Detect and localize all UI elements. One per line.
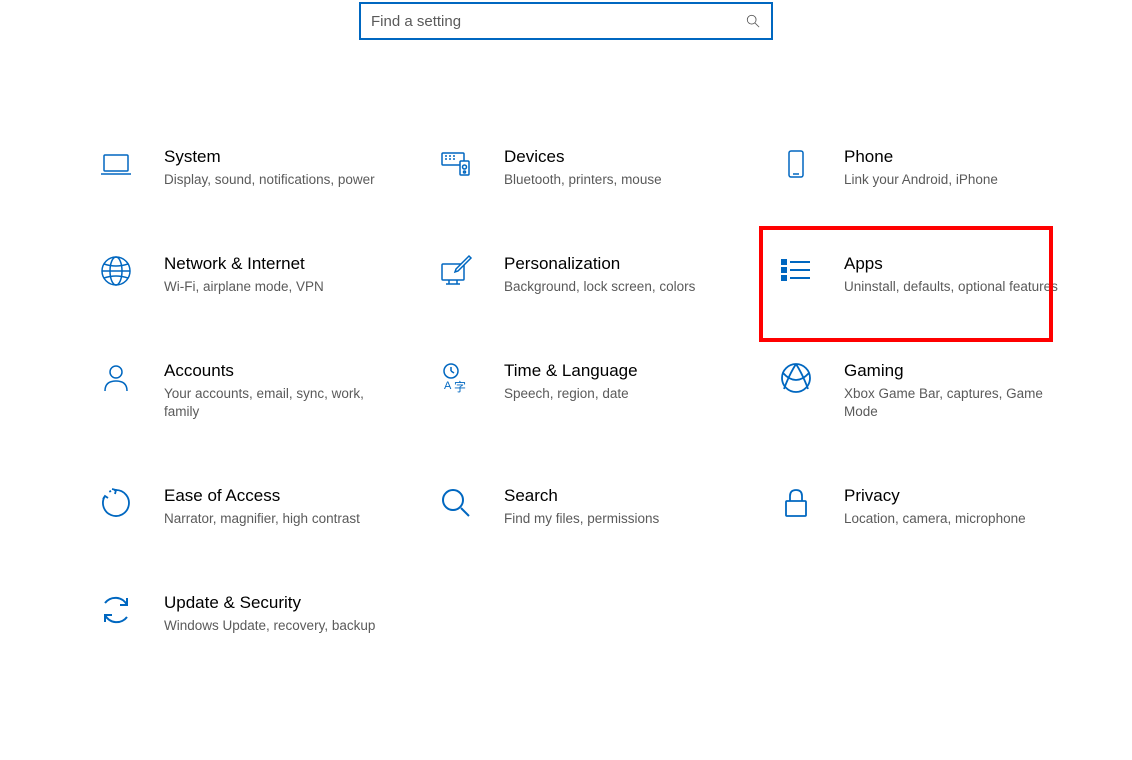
category-text: Network & Internet Wi-Fi, airplane mode,…	[164, 253, 324, 296]
accounts-icon	[98, 360, 134, 396]
phone-icon	[778, 146, 814, 182]
personalization-icon	[438, 253, 474, 289]
devices-icon	[438, 146, 474, 182]
category-text: Apps Uninstall, defaults, optional featu…	[844, 253, 1058, 296]
category-text: Ease of Access Narrator, magnifier, high…	[164, 485, 360, 528]
category-desc: Background, lock screen, colors	[504, 278, 695, 296]
category-text: Gaming Xbox Game Bar, captures, Game Mod…	[844, 360, 1058, 421]
category-title: Privacy	[844, 485, 1026, 507]
category-text: Update & Security Windows Update, recove…	[164, 592, 375, 635]
category-desc: Uninstall, defaults, optional features	[844, 278, 1058, 296]
laptop-icon	[98, 146, 134, 182]
category-desc: Speech, region, date	[504, 385, 638, 403]
category-desc: Wi-Fi, airplane mode, VPN	[164, 278, 324, 296]
category-text: System Display, sound, notifications, po…	[164, 146, 375, 189]
category-phone[interactable]: Phone Link your Android, iPhone	[778, 142, 1078, 193]
search-icon	[745, 13, 761, 29]
category-title: Gaming	[844, 360, 1058, 382]
svg-text:字: 字	[454, 379, 466, 394]
category-text: Accounts Your accounts, email, sync, wor…	[164, 360, 378, 421]
ease-icon	[98, 485, 134, 521]
category-privacy[interactable]: Privacy Location, camera, microphone	[778, 481, 1078, 532]
category-title: Accounts	[164, 360, 378, 382]
search-container	[0, 0, 1132, 40]
update-icon	[98, 592, 134, 628]
svg-text:A: A	[444, 380, 452, 392]
category-gaming[interactable]: Gaming Xbox Game Bar, captures, Game Mod…	[778, 356, 1078, 425]
category-title: Apps	[844, 253, 1058, 275]
category-title: Network & Internet	[164, 253, 324, 275]
category-desc: Xbox Game Bar, captures, Game Mode	[844, 385, 1058, 421]
category-title: Search	[504, 485, 659, 507]
category-search[interactable]: Search Find my files, permissions	[438, 481, 778, 532]
category-desc: Find my files, permissions	[504, 510, 659, 528]
category-title: Time & Language	[504, 360, 638, 382]
category-time[interactable]: A 字 Time & Language Speech, region, date	[438, 356, 778, 425]
category-desc: Link your Android, iPhone	[844, 171, 998, 189]
category-system[interactable]: System Display, sound, notifications, po…	[98, 142, 438, 193]
category-accounts[interactable]: Accounts Your accounts, email, sync, wor…	[98, 356, 438, 425]
apps-icon	[778, 253, 814, 289]
privacy-icon	[778, 485, 814, 521]
settings-categories: System Display, sound, notifications, po…	[0, 142, 1132, 639]
category-text: Personalization Background, lock screen,…	[504, 253, 695, 296]
category-network[interactable]: Network & Internet Wi-Fi, airplane mode,…	[98, 249, 438, 300]
category-devices[interactable]: Devices Bluetooth, printers, mouse	[438, 142, 778, 193]
search-box[interactable]	[359, 2, 773, 40]
category-text: Time & Language Speech, region, date	[504, 360, 638, 403]
category-update[interactable]: Update & Security Windows Update, recove…	[98, 588, 438, 639]
search-cat-icon	[438, 485, 474, 521]
category-title: Personalization	[504, 253, 695, 275]
time-icon: A 字	[438, 360, 474, 396]
category-title: System	[164, 146, 375, 168]
globe-icon	[98, 253, 134, 289]
category-title: Update & Security	[164, 592, 375, 614]
category-desc: Your accounts, email, sync, work, family	[164, 385, 378, 421]
category-title: Phone	[844, 146, 998, 168]
category-text: Privacy Location, camera, microphone	[844, 485, 1026, 528]
category-desc: Narrator, magnifier, high contrast	[164, 510, 360, 528]
category-ease[interactable]: Ease of Access Narrator, magnifier, high…	[98, 481, 438, 532]
category-title: Devices	[504, 146, 662, 168]
category-desc: Bluetooth, printers, mouse	[504, 171, 662, 189]
gaming-icon	[778, 360, 814, 396]
search-input[interactable]	[371, 13, 745, 30]
category-apps[interactable]: Apps Uninstall, defaults, optional featu…	[778, 249, 1078, 300]
category-desc: Location, camera, microphone	[844, 510, 1026, 528]
category-text: Devices Bluetooth, printers, mouse	[504, 146, 662, 189]
category-desc: Display, sound, notifications, power	[164, 171, 375, 189]
category-text: Search Find my files, permissions	[504, 485, 659, 528]
category-desc: Windows Update, recovery, backup	[164, 617, 375, 635]
category-personalization[interactable]: Personalization Background, lock screen,…	[438, 249, 778, 300]
category-title: Ease of Access	[164, 485, 360, 507]
category-text: Phone Link your Android, iPhone	[844, 146, 998, 189]
